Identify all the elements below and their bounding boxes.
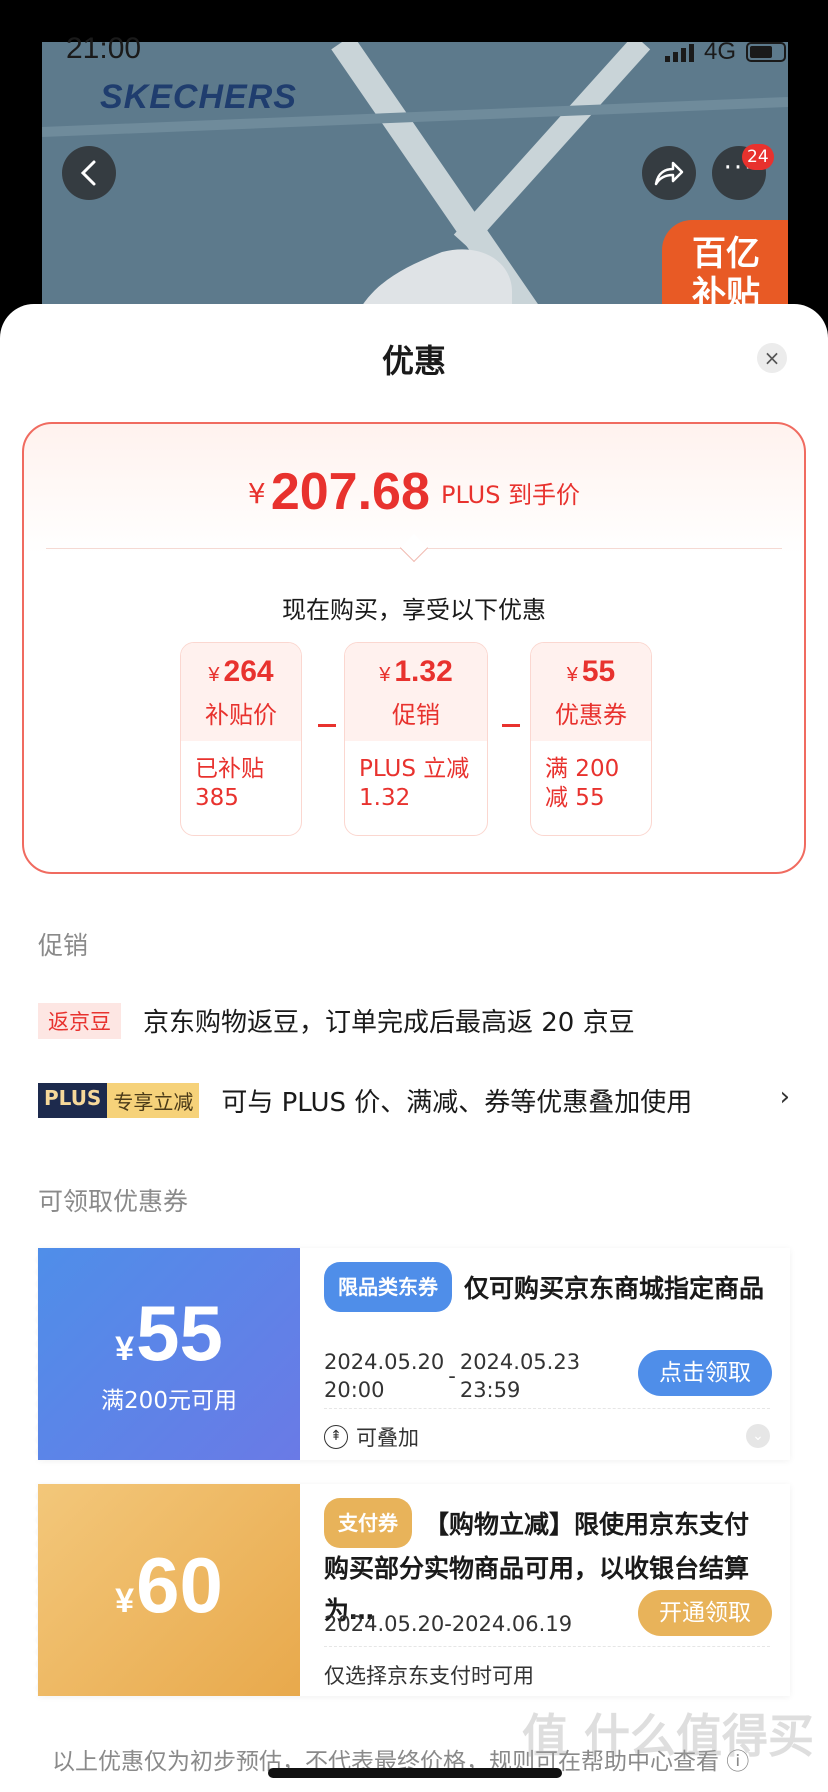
- signal-icon: [664, 42, 694, 62]
- breakdown-kind: 促销: [392, 701, 440, 729]
- coupon-card: ¥55 满200元可用 限品类东券 仅可购买京东商城指定商品 2024.05.20…: [32, 1248, 790, 1460]
- coupon-start-date: 2024.05.20: [324, 1350, 445, 1374]
- stackable-label: 可叠加: [356, 1426, 419, 1450]
- buy-now-text: 现在购买，享受以下优惠: [282, 596, 546, 624]
- breakdown-amount: 55: [581, 655, 616, 688]
- breakdown-amount: 264: [223, 655, 274, 688]
- coupon-end-time: 23:59: [459, 1378, 521, 1402]
- breakdown-currency: ¥: [379, 664, 391, 686]
- promo-text: 可与 PLUS 价、满减、券等优惠叠加使用: [221, 1088, 693, 1118]
- watermark: 值 什么值得买: [521, 1709, 814, 1763]
- breakdown-detail: 已补贴: [195, 756, 264, 782]
- promo-section-title: 促销: [38, 931, 89, 960]
- coupon-card: ¥60 支付券 【购物立减】限使用京东支付购买部分实物商品可用，以收银台结算为… …: [32, 1484, 790, 1696]
- coupon-divider: [324, 1646, 770, 1647]
- plus-tag: PLUS 专享立减: [38, 1083, 200, 1118]
- final-price-amount: 207.68: [270, 463, 430, 521]
- jd-beans-tag: 返京豆: [38, 1002, 121, 1039]
- coupon-start-time: 20:00: [324, 1378, 385, 1402]
- coupon-value: 60: [136, 1541, 223, 1629]
- breakdown-currency: ¥: [566, 664, 578, 686]
- coupon-value-panel: ¥60: [32, 1484, 300, 1696]
- coupon-tag: 支付券: [324, 1498, 412, 1548]
- breakdown-detail: PLUS 立减: [359, 756, 470, 782]
- subsidy-line1: 百亿: [692, 234, 760, 274]
- coupon-footer: 仅选择京东支付时可用: [324, 1664, 534, 1688]
- home-indicator[interactable]: [268, 1768, 562, 1778]
- breakdown-amount: 1.32: [394, 655, 453, 688]
- brand-logo: SKECHERS: [100, 78, 297, 116]
- notification-badge: 24: [742, 144, 774, 170]
- minus-sign: [502, 724, 520, 727]
- status-time: 21:00: [66, 32, 142, 65]
- promo-text: 京东购物返豆，订单完成后最高返 20 京豆: [143, 1008, 635, 1038]
- breakdown-detail-value: 减 55: [545, 785, 605, 811]
- chevron-right-icon[interactable]: ›: [780, 1082, 790, 1112]
- breakdown-card-subsidy: ¥264 补贴价 已补贴 385: [180, 642, 302, 836]
- coupon-value-panel: ¥55 满200元可用: [32, 1248, 300, 1460]
- plus-tag-label: PLUS: [38, 1083, 108, 1118]
- stackable-icon: ⇞: [324, 1425, 348, 1449]
- coupon-currency: ¥: [115, 1582, 135, 1620]
- breakdown-detail: 满 200: [545, 756, 620, 782]
- coupon-date: 2024.05.20 20:00 - 2024.05.23 23:59: [324, 1348, 580, 1404]
- discount-sheet: 优惠 × ¥ 207.68 PLUS 到手价 现在购买，享受以下优惠 ¥264 …: [0, 304, 828, 1792]
- claim-coupon-button[interactable]: 点击领取: [638, 1350, 772, 1396]
- coupon-divider: [324, 1408, 770, 1409]
- chevron-left-icon: [80, 160, 96, 186]
- back-button[interactable]: [62, 146, 116, 200]
- coupon-value: 55: [136, 1289, 223, 1377]
- coupon-currency: ¥: [115, 1330, 135, 1368]
- coupon-condition: 满200元可用: [101, 1388, 237, 1414]
- share-icon: [654, 161, 684, 186]
- close-button[interactable]: ×: [757, 343, 787, 373]
- battery-icon: [746, 42, 786, 62]
- minus-sign: [318, 724, 336, 727]
- coupon-tag: 限品类东券: [324, 1262, 452, 1312]
- coupon-section-title: 可领取优惠券: [38, 1187, 189, 1216]
- breakdown-currency: ¥: [208, 664, 220, 686]
- breakdown-kind: 优惠券: [555, 701, 627, 729]
- coupon-date: 2024.05.20-2024.06.19: [324, 1612, 573, 1636]
- coupon-title: 限品类东券 仅可购买京东商城指定商品: [324, 1262, 770, 1312]
- chevron-down-icon[interactable]: ⌄: [746, 1424, 770, 1448]
- coupon-end-date: 2024.05.23: [459, 1350, 581, 1374]
- breakdown-detail-value: 385: [195, 785, 239, 811]
- close-icon: ×: [763, 346, 781, 370]
- status-indicators: 4G: [664, 38, 786, 66]
- price-summary-card: ¥ 207.68 PLUS 到手价 现在购买，享受以下优惠 ¥264 补贴价 已…: [22, 422, 806, 874]
- divider-notch: [399, 533, 429, 563]
- activate-coupon-button[interactable]: 开通领取: [638, 1590, 772, 1636]
- share-button[interactable]: [642, 146, 696, 200]
- date-separator: -: [448, 1364, 456, 1388]
- plus-tag-sub: 专享立减: [107, 1083, 200, 1118]
- network-label: 4G: [703, 38, 736, 65]
- coupon-description: 仅可购买京东商城指定商品: [464, 1274, 765, 1303]
- promo-row-jd-beans: 返京豆 京东购物返豆，订单完成后最高返 20 京豆: [38, 1002, 635, 1039]
- breakdown-card-coupon: ¥55 优惠券 满 200 减 55: [530, 642, 652, 836]
- breakdown-kind: 补贴价: [205, 701, 277, 729]
- breakdown-card-promotion: ¥1.32 促销 PLUS 立减 1.32: [344, 642, 488, 836]
- breakdown-detail-value: 1.32: [359, 785, 411, 811]
- promo-row-plus[interactable]: PLUS 专享立减 可与 PLUS 价、满减、券等优惠叠加使用: [38, 1082, 790, 1119]
- coupon-footer: ⇞ 可叠加: [324, 1422, 419, 1452]
- final-price-label: PLUS 到手价: [440, 481, 581, 509]
- sheet-title: 优惠: [381, 342, 446, 380]
- final-price-currency: ¥: [247, 477, 266, 510]
- final-price: ¥ 207.68 PLUS 到手价: [24, 462, 804, 522]
